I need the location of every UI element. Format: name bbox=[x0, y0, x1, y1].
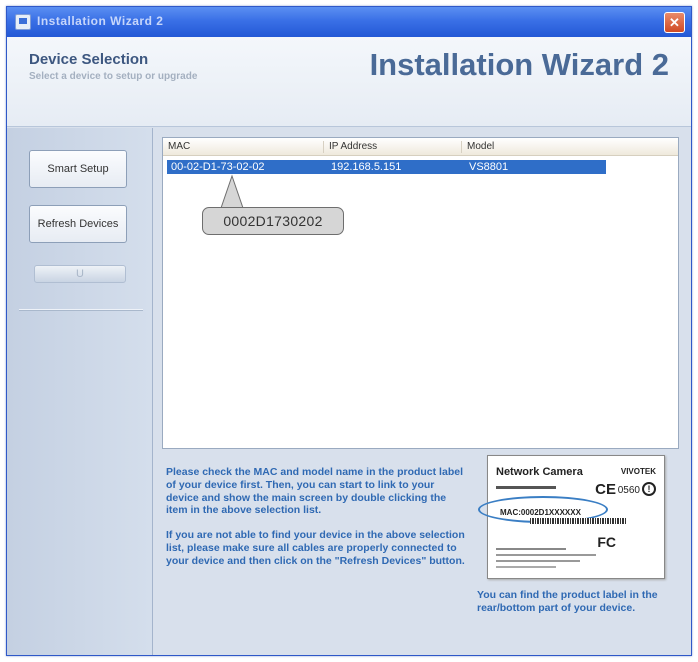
cell-model: VS8801 bbox=[469, 161, 509, 173]
refresh-devices-button[interactable]: Refresh Devices bbox=[29, 205, 127, 243]
section-subtitle: Select a device to setup or upgrade bbox=[29, 71, 198, 82]
column-header-model[interactable]: Model bbox=[461, 141, 494, 153]
list-header: MAC IP Address Model bbox=[163, 138, 678, 156]
label-mac: MAC:0002D1XXXXXX bbox=[500, 508, 581, 517]
cell-mac: 00-02-D1-73-02-02 bbox=[171, 161, 265, 173]
instructions: Please check the MAC and model name in t… bbox=[166, 466, 466, 580]
label-line bbox=[496, 554, 596, 556]
product-label-image: Network Camera VIVOTEK CE 0560 ! MAC:000… bbox=[478, 455, 665, 579]
info-mark-icon: ! bbox=[642, 482, 656, 496]
label-line bbox=[496, 560, 580, 562]
label-title: Network Camera bbox=[496, 466, 583, 478]
device-list[interactable]: MAC IP Address Model 00-02-D1-73-02-02 1… bbox=[162, 137, 679, 449]
label-caption: You can find the product label in the re… bbox=[477, 589, 658, 614]
title-bar[interactable]: Installation Wizard 2 ✕ bbox=[7, 7, 691, 37]
sidebar: Smart Setup Refresh Devices U bbox=[7, 128, 153, 655]
ce-mark-icon: CE bbox=[595, 481, 616, 498]
table-row[interactable]: 00-02-D1-73-02-02 192.168.5.151 VS8801 bbox=[167, 160, 606, 174]
window-title: Installation Wizard 2 bbox=[37, 14, 164, 28]
label-line bbox=[496, 486, 556, 489]
smart-setup-button[interactable]: Smart Setup bbox=[29, 150, 127, 188]
column-header-ip-address[interactable]: IP Address bbox=[323, 141, 377, 153]
ce-number: 0560 bbox=[617, 485, 640, 496]
fc-mark-icon: FC bbox=[597, 534, 616, 550]
barcode-icon bbox=[530, 518, 626, 524]
cell-ip-address: 192.168.5.151 bbox=[331, 161, 402, 173]
sidebar-divider bbox=[19, 309, 143, 311]
app-title: Installation Wizard 2 bbox=[369, 47, 669, 82]
mac-callout: 0002D1730202 bbox=[202, 207, 344, 235]
app-icon bbox=[15, 14, 31, 30]
installation-wizard-window: Installation Wizard 2 ✕ Device Selection… bbox=[6, 6, 692, 656]
instruction-paragraph: Please check the MAC and model name in t… bbox=[166, 466, 463, 517]
instruction-paragraph: If you are not able to find your device … bbox=[166, 529, 465, 567]
label-brand: VIVOTEK bbox=[620, 467, 656, 476]
label-line bbox=[496, 548, 566, 550]
upgrade-button: U bbox=[34, 265, 126, 283]
close-button[interactable]: ✕ bbox=[664, 12, 685, 33]
column-header-mac[interactable]: MAC bbox=[163, 141, 190, 153]
label-line bbox=[496, 566, 556, 568]
callout-pointer bbox=[220, 174, 244, 208]
section-title: Device Selection bbox=[29, 51, 149, 68]
